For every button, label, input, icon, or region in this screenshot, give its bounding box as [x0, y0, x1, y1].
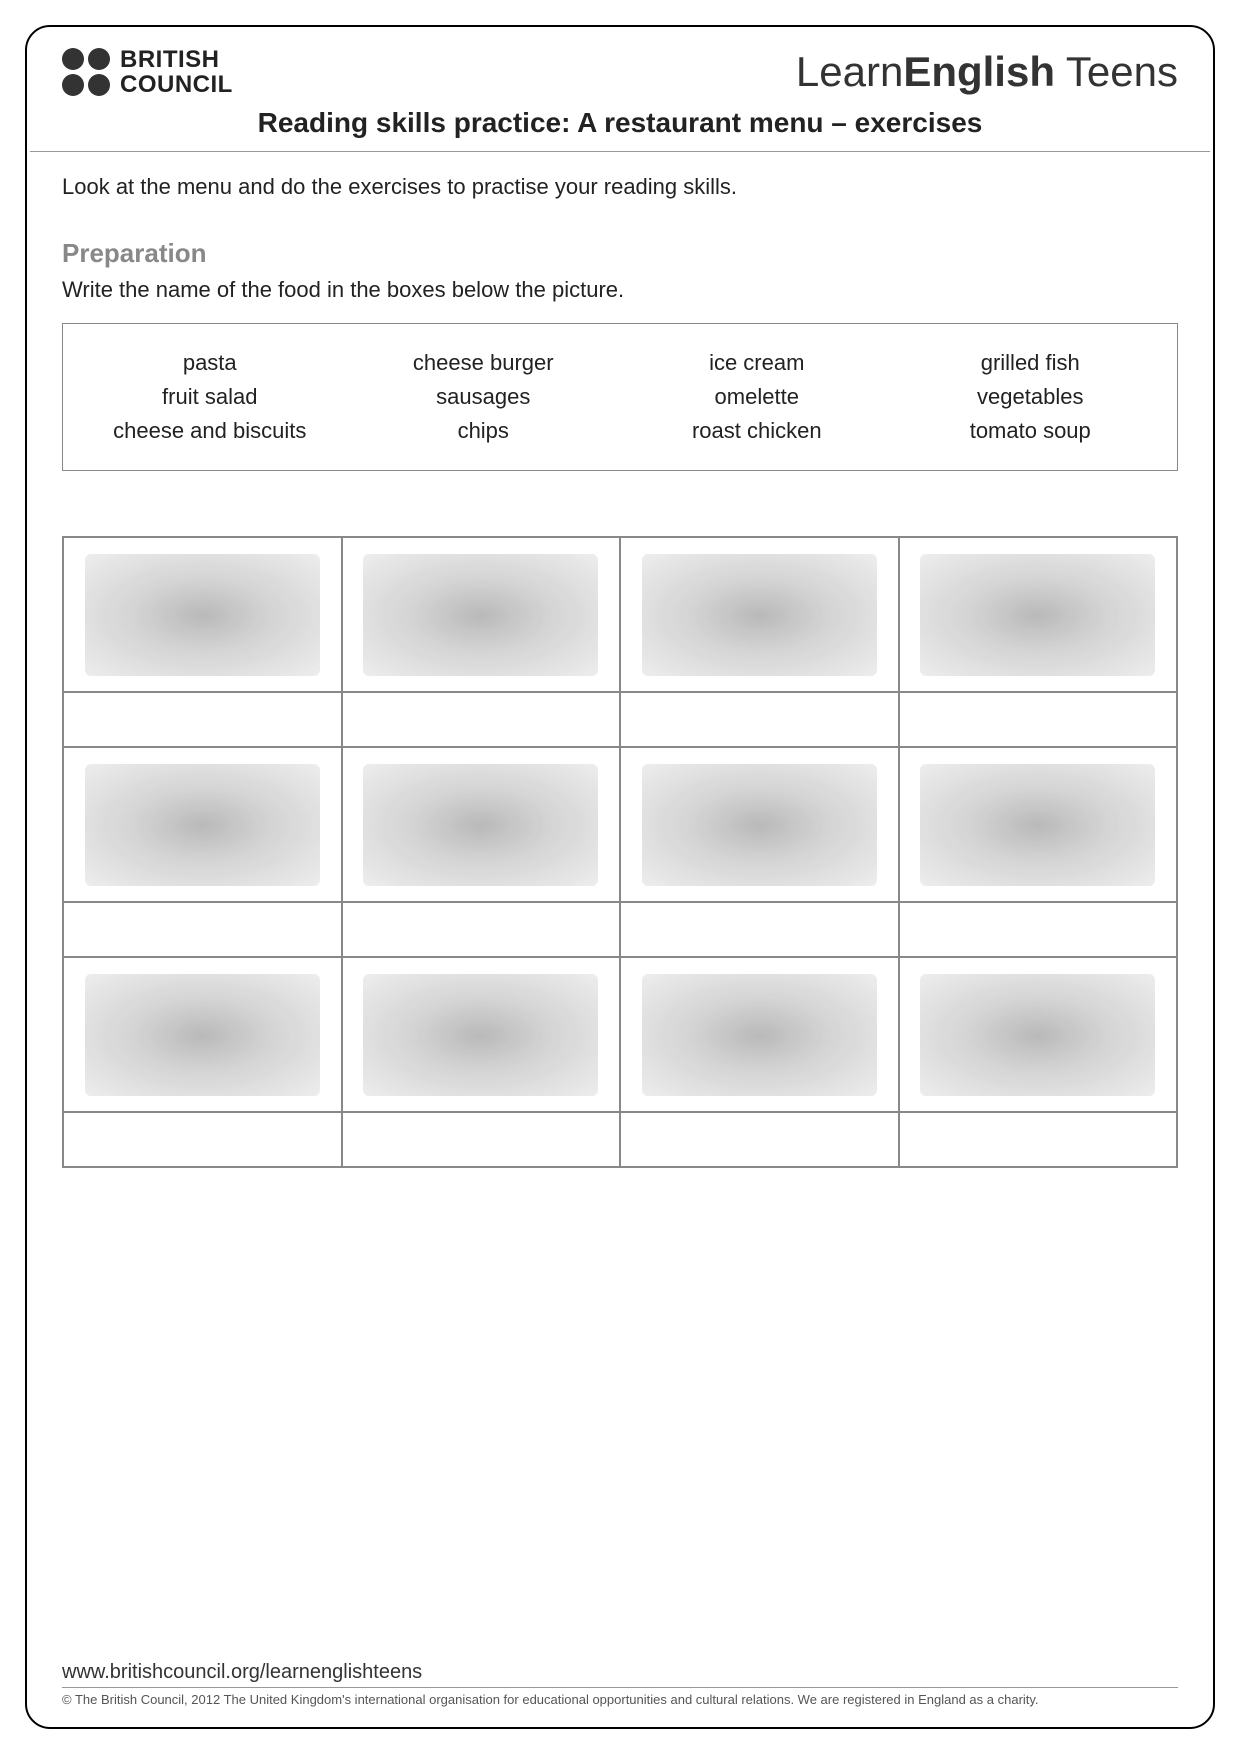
answer-box[interactable]: [899, 1112, 1178, 1167]
food-image-cell: [899, 747, 1178, 902]
footer-copyright: © The British Council, 2012 The United K…: [62, 1692, 1178, 1707]
logo-line2: COUNCIL: [120, 72, 233, 97]
logo-dots-icon: [62, 48, 110, 96]
word-item: grilled fish: [894, 350, 1168, 376]
footer: www.britishcouncil.org/learnenglishteens…: [62, 1661, 1178, 1707]
food-image-cell: [63, 957, 342, 1112]
food-image-cell: [342, 537, 621, 692]
word-item: sausages: [347, 384, 621, 410]
answer-box[interactable]: [342, 1112, 621, 1167]
food-image-icon: [642, 764, 877, 886]
worksheet-page: BRITISH COUNCIL LearnEnglish Teens Readi…: [25, 25, 1215, 1729]
food-image-icon: [85, 554, 320, 676]
answer-box[interactable]: [620, 692, 899, 747]
preparation-heading: Preparation: [62, 238, 1178, 269]
content: Look at the menu and do the exercises to…: [27, 152, 1213, 1168]
food-image-cell: [620, 747, 899, 902]
food-image-cell: [342, 957, 621, 1112]
answer-box[interactable]: [63, 902, 342, 957]
worksheet-title: Reading skills practice: A restaurant me…: [27, 102, 1213, 151]
word-item: pasta: [73, 350, 347, 376]
food-image-cell: [63, 537, 342, 692]
food-image-icon: [920, 974, 1155, 1096]
word-row: cheese and biscuits chips roast chicken …: [73, 418, 1167, 444]
food-image-icon: [363, 974, 598, 1096]
word-item: tomato soup: [894, 418, 1168, 444]
british-council-logo: BRITISH COUNCIL: [62, 47, 233, 97]
food-image-cell: [620, 537, 899, 692]
answer-box[interactable]: [899, 902, 1178, 957]
word-row: fruit salad sausages omelette vegetables: [73, 384, 1167, 410]
word-item: cheese and biscuits: [73, 418, 347, 444]
word-item: cheese burger: [347, 350, 621, 376]
food-image-icon: [920, 764, 1155, 886]
word-item: fruit salad: [73, 384, 347, 410]
header: BRITISH COUNCIL LearnEnglish Teens: [27, 47, 1213, 102]
food-image-icon: [642, 974, 877, 1096]
answer-box[interactable]: [342, 692, 621, 747]
brand-part3: Teens: [1055, 48, 1178, 95]
word-item: ice cream: [620, 350, 894, 376]
answer-box[interactable]: [63, 692, 342, 747]
food-image-icon: [363, 554, 598, 676]
answer-box[interactable]: [63, 1112, 342, 1167]
food-image-icon: [920, 554, 1155, 676]
word-item: roast chicken: [620, 418, 894, 444]
learn-english-teens-brand: LearnEnglish Teens: [796, 48, 1178, 96]
intro-text: Look at the menu and do the exercises to…: [62, 174, 1178, 200]
food-image-icon: [85, 764, 320, 886]
word-bank: pasta cheese burger ice cream grilled fi…: [62, 323, 1178, 471]
food-image-cell: [899, 957, 1178, 1112]
word-item: vegetables: [894, 384, 1168, 410]
preparation-instruction: Write the name of the food in the boxes …: [62, 277, 1178, 303]
word-item: chips: [347, 418, 621, 444]
brand-part1: Learn: [796, 48, 903, 95]
picture-grid: [62, 536, 1178, 1168]
food-image-icon: [363, 764, 598, 886]
brand-part2: English: [903, 48, 1055, 95]
logo-text: BRITISH COUNCIL: [120, 47, 233, 97]
food-image-cell: [620, 957, 899, 1112]
logo-line1: BRITISH: [120, 47, 233, 72]
answer-box[interactable]: [342, 902, 621, 957]
food-image-cell: [63, 747, 342, 902]
answer-box[interactable]: [899, 692, 1178, 747]
food-image-icon: [642, 554, 877, 676]
food-image-cell: [342, 747, 621, 902]
word-item: omelette: [620, 384, 894, 410]
food-image-icon: [85, 974, 320, 1096]
answer-box[interactable]: [620, 902, 899, 957]
food-image-cell: [899, 537, 1178, 692]
answer-box[interactable]: [620, 1112, 899, 1167]
word-row: pasta cheese burger ice cream grilled fi…: [73, 350, 1167, 376]
footer-url: www.britishcouncil.org/learnenglishteens: [62, 1661, 1178, 1688]
